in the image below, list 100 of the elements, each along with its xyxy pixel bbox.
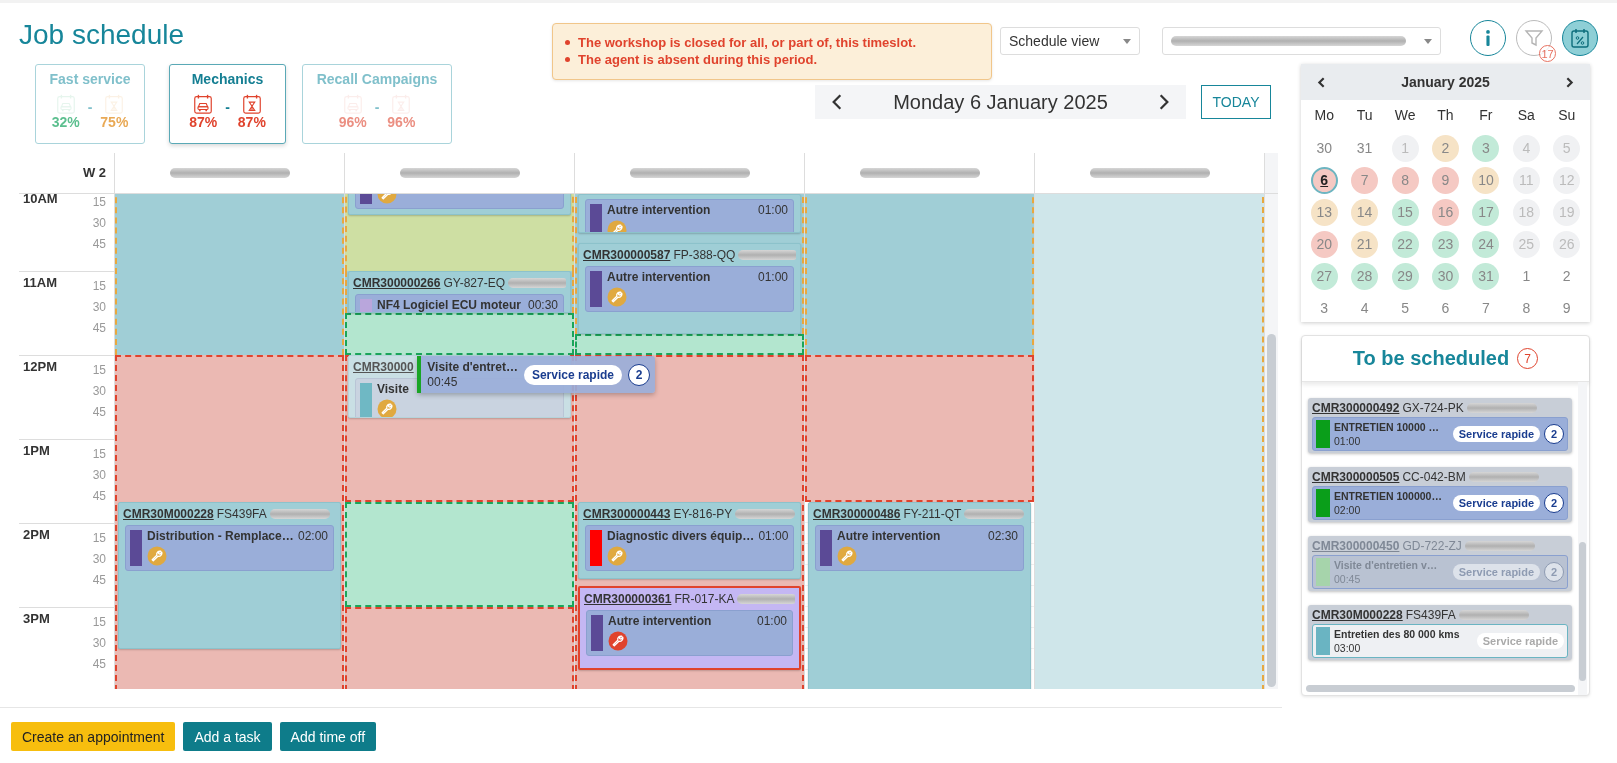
calendar-day[interactable]: 14: [1351, 198, 1379, 226]
task-card[interactable]: Autre intervention 02:30: [815, 525, 1024, 571]
calendar-day[interactable]: 2: [1553, 262, 1581, 290]
weekday-label: Tu: [1355, 106, 1374, 125]
calendar-day[interactable]: 13: [1310, 198, 1338, 226]
task-title: Autre intervention: [607, 270, 711, 284]
unscheduled-job[interactable]: CMR300000505 CC-042-BM ENTRETIEN 100000… 02:00 Service rapide 2: [1308, 467, 1572, 522]
task-card[interactable]: Autre intervention 01:00: [585, 199, 794, 233]
calendar-day[interactable]: 5: [1391, 294, 1419, 322]
task-card[interactable]: Distribution - Remplace… 02:00: [125, 525, 334, 571]
occupancy-button[interactable]: [1562, 20, 1598, 56]
task-duration: 00:30: [527, 298, 558, 312]
page-title: Job schedule: [19, 19, 184, 51]
calendar-day[interactable]: 8: [1391, 166, 1419, 194]
calendar-day[interactable]: 9: [1432, 166, 1459, 194]
horizontal-scrollbar[interactable]: [1306, 685, 1575, 692]
minute-label: 30: [91, 636, 107, 650]
order-link[interactable]: CMR300000361: [584, 592, 672, 606]
calendar-day[interactable]: 22: [1391, 230, 1419, 258]
order-link[interactable]: CMR300000443: [583, 507, 671, 521]
scrollbar[interactable]: [1578, 382, 1587, 695]
calendar-day[interactable]: 31: [1472, 262, 1500, 290]
calendar-day[interactable]: 16: [1432, 198, 1459, 226]
calendar-day[interactable]: 3: [1472, 134, 1500, 162]
order-link[interactable]: CMR300000492: [1312, 401, 1400, 415]
calendar-day[interactable]: 8: [1512, 294, 1540, 322]
calendar-day[interactable]: 3: [1310, 294, 1338, 322]
action-button[interactable]: Create an appointment: [11, 722, 176, 751]
weekday-label: Su: [1557, 106, 1577, 125]
appointment-card[interactable]: CMR300000443 EY-816-PY Diagnostic divers équip… 01:00: [578, 502, 801, 579]
task-title: ENTRETIEN 100000…: [1334, 489, 1443, 503]
appointment-card[interactable]: CMR300000361 FR-017-KA Autre intervention 01:00: [578, 586, 801, 670]
calendar-day[interactable]: 28: [1351, 262, 1379, 290]
scrollbar-thumb[interactable]: [1267, 334, 1276, 687]
task-card[interactable]: NF4 Logiciel ECU moteur 00:30: [355, 294, 564, 312]
calendar-day[interactable]: 7: [1351, 166, 1379, 194]
task-duration: 01:00: [758, 529, 789, 543]
agent-select[interactable]: [1162, 27, 1441, 55]
task-card[interactable]: Autre intervention 01:00: [586, 610, 793, 656]
calendar-day[interactable]: 29: [1391, 262, 1419, 290]
task-card[interactable]: Diagnostic divers équip… 01:00: [585, 525, 794, 571]
view-select[interactable]: Schedule view: [1000, 27, 1140, 55]
calendar-day[interactable]: 9: [1553, 294, 1581, 322]
month-label: January 2025: [1401, 74, 1490, 90]
appointment-card[interactable]: CMR30M000228 FS439FA Distribution - Remplace… 02:00: [118, 502, 341, 649]
order-link[interactable]: CMR300000505: [1312, 470, 1400, 484]
minute-label: 45: [91, 573, 107, 587]
scrollbar-thumb[interactable]: [1579, 542, 1586, 681]
metric-separator: -: [87, 98, 93, 115]
service-tab[interactable]: Recall Campaigns 96% - 96%: [302, 64, 452, 144]
task-title: Visite: [377, 382, 409, 396]
order-link[interactable]: CMR300000266: [353, 276, 441, 290]
calendar-day[interactable]: 20: [1310, 230, 1338, 258]
weekday-label: Fr: [1478, 106, 1494, 125]
order-link[interactable]: CMR300000486: [813, 507, 901, 521]
calendar-day[interactable]: 7: [1472, 294, 1500, 322]
calendar-day[interactable]: 30: [1310, 134, 1338, 162]
plate-number: EY-816-PY: [673, 507, 733, 521]
calendar-day[interactable]: 30: [1432, 262, 1459, 290]
dragged-task[interactable]: Visite d'entret… 00:45 Service rapide 2: [417, 356, 655, 393]
calendar-hourglass-icon: [240, 93, 263, 115]
appointment-card[interactable]: CMR300000587 FP-388-QQ Autre intervention 01:00: [578, 243, 801, 334]
order-link[interactable]: CMR30M000228: [123, 507, 214, 521]
calendar-day[interactable]: 27: [1310, 262, 1338, 290]
task-card[interactable]: Autre intervention 01:00: [585, 266, 794, 312]
calendar-day[interactable]: 17: [1472, 198, 1500, 226]
calendar-day[interactable]: 4: [1351, 294, 1379, 322]
caret-icon: [1424, 38, 1432, 44]
service-tab[interactable]: Mechanics 87% - 87%: [169, 64, 286, 144]
task-duration: 01:00: [757, 270, 788, 284]
hour-label: 2PM: [22, 526, 51, 544]
unscheduled-job[interactable]: CMR30M000228 FS439FA Entretien des 80 000 kms 03:00 Service rapide: [1308, 605, 1572, 660]
calendar-day[interactable]: 24: [1472, 230, 1500, 258]
calendar-day[interactable]: 21: [1351, 230, 1379, 258]
order-link[interactable]: CMR30000: [353, 360, 414, 374]
calendar-day[interactable]: 1: [1512, 262, 1540, 290]
weekday-label: We: [1393, 106, 1417, 125]
weekday-label: Mo: [1313, 106, 1335, 125]
action-button[interactable]: Add a task: [183, 722, 272, 751]
minute-label: 15: [91, 363, 107, 377]
calendar-day[interactable]: 31: [1351, 134, 1379, 162]
order-link[interactable]: CMR300000587: [583, 248, 671, 262]
scrollbar[interactable]: [1265, 194, 1278, 689]
service-tab[interactable]: Fast service 32% - 75%: [35, 64, 145, 144]
calendar-day[interactable]: 10: [1472, 166, 1500, 194]
today-button[interactable]: TODAY: [1201, 85, 1271, 119]
info-button[interactable]: [1470, 20, 1506, 56]
action-button[interactable]: Add time off: [279, 722, 377, 751]
unscheduled-job[interactable]: CMR300000492 GX-724-PK ENTRETIEN 10000 … 01:00 Service rapide 2: [1308, 398, 1572, 453]
appointment-card[interactable]: Autre intervention 01:00: [578, 194, 801, 234]
calendar-day[interactable]: 23: [1432, 230, 1459, 258]
metric-separator: -: [374, 98, 380, 115]
calendar-day[interactable]: 15: [1391, 198, 1419, 226]
calendar-day[interactable]: 6: [1310, 166, 1338, 194]
calendar-day[interactable]: 6: [1432, 294, 1459, 322]
minute-label: 30: [91, 300, 107, 314]
appointment-card[interactable]: CMR300000266 GY-827-EQ NF4 Logiciel ECU moteur 00:30: [348, 271, 571, 313]
appointment-card[interactable]: CMR300000486 FY-211-QT Autre intervention 02:30: [808, 502, 1031, 689]
order-link[interactable]: CMR30M000228: [1312, 608, 1403, 622]
calendar-day[interactable]: 2: [1432, 134, 1459, 162]
